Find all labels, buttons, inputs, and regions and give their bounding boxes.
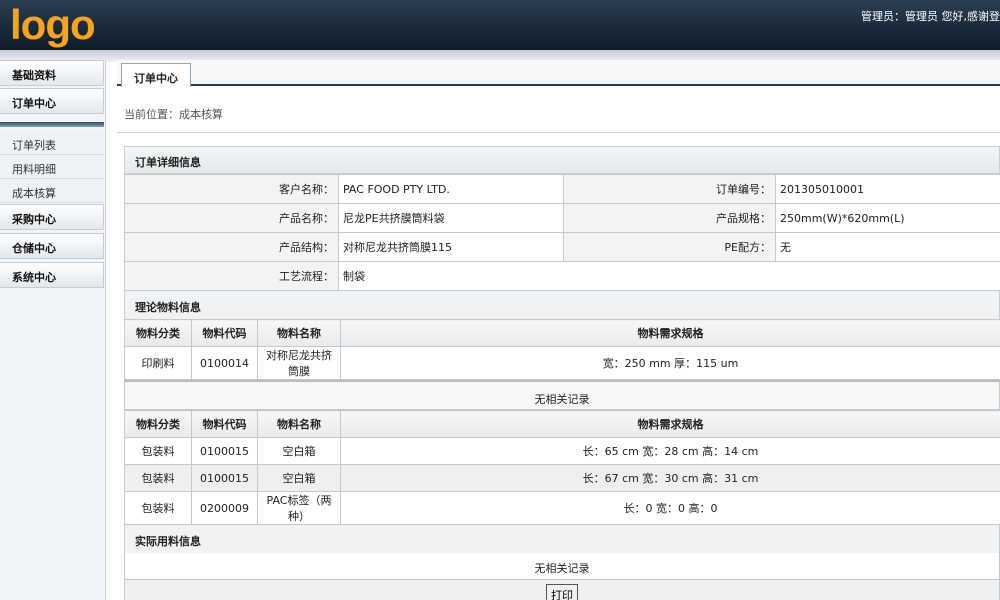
order-no-value: 201305010001 [775, 174, 1000, 204]
print-button[interactable]: 打印 [546, 584, 578, 600]
col-spec: 物料需求规格 [340, 319, 1000, 347]
order-no-label: 订单编号： [563, 174, 776, 204]
col-category: 物料分类 [124, 410, 192, 438]
cell-category: 包装料 [124, 491, 192, 525]
sidebar-item-basic-data[interactable]: 基础资料 [0, 60, 104, 86]
cell-code: 0100014 [191, 346, 258, 380]
cell-spec: 宽：250 mm 厚：115 um [340, 346, 1000, 380]
table-row: 包装料 0100015 空白箱 长：65 cm 宽：28 cm 高：14 cm [124, 437, 1000, 465]
print-row: 打印 [124, 579, 1000, 600]
structure-value: 对称尼龙共挤筒膜115 [338, 232, 564, 262]
cell-name: PAC标签（两种） [257, 491, 341, 525]
cell-code: 0100015 [191, 437, 258, 465]
structure-label: 产品结构： [124, 232, 339, 262]
col-category: 物料分类 [124, 319, 192, 347]
logo: logo [10, 1, 96, 48]
cell-name: 空白箱 [257, 464, 341, 492]
cell-code: 0200009 [191, 491, 258, 525]
table-row: 产品结构： 对称尼龙共挤筒膜115 PE配方： 无 [124, 232, 1000, 262]
content: 订单详细信息 客户名称： PAC FOOD PTY LTD. 订单编号： 201… [124, 146, 1000, 600]
table-row: 印刷料 0100014 对称尼龙共挤筒膜 宽：250 mm 厚：115 um [124, 346, 1000, 380]
cell-name: 对称尼龙共挤筒膜 [257, 346, 341, 380]
breadcrumb: 当前位置：成本核算 [124, 108, 223, 121]
main-area: 订单中心 当前位置：成本核算 订单详细信息 客户名称： PAC FOOD PTY… [117, 60, 1000, 600]
divider [117, 132, 1000, 133]
spec-value: 250mm(W)*620mm(L) [775, 203, 1000, 233]
table-row: 包装料 0200009 PAC标签（两种） 长：0 宽：0 高：0 [124, 491, 1000, 525]
cell-name: 空白箱 [257, 437, 341, 465]
table-header-row: 物料分类 物料代码 物料名称 物料需求规格 [124, 319, 1000, 347]
actual-material-title: 实际用料信息 [124, 525, 1000, 553]
col-code: 物料代码 [191, 319, 258, 347]
table-row: 包装料 0100015 空白箱 长：67 cm 宽：30 cm 高：31 cm [124, 464, 1000, 492]
sidebar-divider [0, 122, 104, 127]
cell-category: 印刷料 [124, 346, 192, 380]
pe-label: PE配方： [563, 232, 776, 262]
packaging-material-table: 物料分类 物料代码 物料名称 物料需求规格 包装料 0100015 空白箱 长：… [124, 410, 1000, 525]
theory-material-table: 物料分类 物料代码 物料名称 物料需求规格 印刷料 0100014 对称尼龙共挤… [124, 319, 1000, 380]
tab-bar: 订单中心 [117, 60, 1000, 87]
no-record-text: 无相关记录 [124, 380, 1000, 410]
sidebar-item-warehouse-center[interactable]: 仓储中心 [0, 233, 104, 259]
table-row: 工艺流程： 制袋 [124, 261, 1000, 291]
cell-spec: 长：67 cm 宽：30 cm 高：31 cm [340, 464, 1000, 492]
table-row: 产品名称： 尼龙PE共挤膜筒料袋 产品规格： 250mm(W)*620mm(L) [124, 203, 1000, 233]
sidebar-subitem-cost-accounting[interactable]: 成本核算 [0, 179, 104, 203]
sidebar: 基础资料 订单中心 订单列表 用料明细 成本核算 采购中心 仓储中心 系统中心 [0, 60, 106, 600]
col-name: 物料名称 [257, 410, 341, 438]
sidebar-item-purchase-center[interactable]: 采购中心 [0, 204, 104, 230]
table-header-row: 物料分类 物料代码 物料名称 物料需求规格 [124, 410, 1000, 438]
order-detail-title: 订单详细信息 [124, 146, 1000, 174]
col-code: 物料代码 [191, 410, 258, 438]
process-value: 制袋 [338, 261, 1000, 291]
cell-spec: 长：0 宽：0 高：0 [340, 491, 1000, 525]
cell-category: 包装料 [124, 464, 192, 492]
top-header: logo 管理员：管理员 您好,感谢登 [0, 0, 1000, 50]
theory-material-title: 理论物料信息 [124, 291, 1000, 319]
cell-code: 0100015 [191, 464, 258, 492]
sidebar-item-order-center[interactable]: 订单中心 [0, 88, 104, 114]
cell-spec: 长：65 cm 宽：28 cm 高：14 cm [340, 437, 1000, 465]
product-value: 尼龙PE共挤膜筒料袋 [338, 203, 564, 233]
customer-label: 客户名称： [124, 174, 339, 204]
sidebar-item-system-center[interactable]: 系统中心 [0, 262, 104, 288]
table-row: 客户名称： PAC FOOD PTY LTD. 订单编号： 2013050100… [124, 174, 1000, 204]
process-label: 工艺流程： [124, 261, 339, 291]
sidebar-subitem-order-list[interactable]: 订单列表 [0, 131, 104, 155]
customer-value: PAC FOOD PTY LTD. [338, 174, 564, 204]
col-name: 物料名称 [257, 319, 341, 347]
sidebar-subitem-material-detail[interactable]: 用料明细 [0, 155, 104, 179]
product-label: 产品名称： [124, 203, 339, 233]
cell-category: 包装料 [124, 437, 192, 465]
col-spec: 物料需求规格 [340, 410, 1000, 438]
spec-label: 产品规格： [563, 203, 776, 233]
pe-value: 无 [775, 232, 1000, 262]
actual-no-record-text: 无相关记录 [124, 553, 1000, 579]
tab-order-center[interactable]: 订单中心 [121, 63, 191, 87]
order-info-table: 客户名称： PAC FOOD PTY LTD. 订单编号： 2013050100… [124, 174, 1000, 291]
user-greeting: 管理员：管理员 您好,感谢登 [861, 10, 1000, 23]
